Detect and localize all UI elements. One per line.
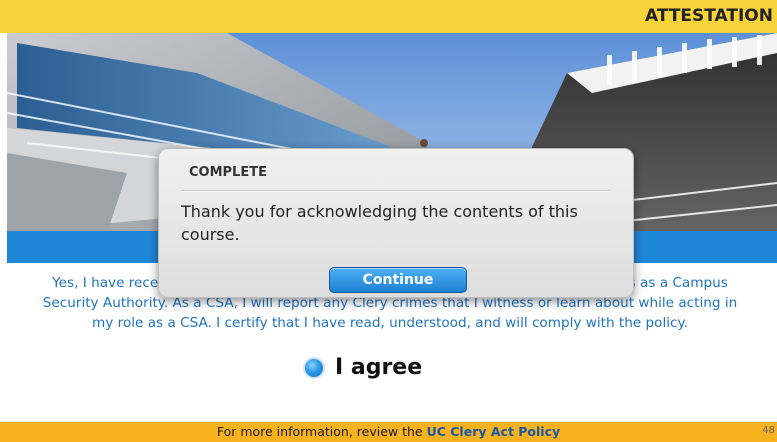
attestation-line-1-right: es as a Campus <box>620 275 728 291</box>
dialog-title: COMPLETE <box>189 165 267 180</box>
page-number: 48 <box>762 425 775 436</box>
footer-text: For more information, review the UC Cler… <box>0 424 777 439</box>
header-bar: ATTESTATION <box>0 0 777 33</box>
attestation-line-1-left: Yes, I have rece <box>52 275 159 291</box>
dialog-message: Thank you for acknowledging the contents… <box>181 202 578 244</box>
completion-dialog: COMPLETE Thank you for acknowledging the… <box>158 148 634 298</box>
footer-text-prefix: For more information, review the <box>216 424 427 439</box>
agree-radio[interactable] <box>303 356 325 379</box>
agree-option[interactable]: I agree <box>303 355 422 380</box>
agree-label: I agree <box>335 355 423 380</box>
footer-bar: For more information, review the UC Cler… <box>0 422 777 442</box>
page-title: ATTESTATION <box>645 6 773 26</box>
attestation-line-3: my role as a CSA. I certify that I have … <box>92 315 688 331</box>
continue-button[interactable]: Continue <box>329 267 467 293</box>
dialog-divider <box>181 190 609 192</box>
clery-policy-link[interactable]: UC Clery Act Policy <box>427 424 561 439</box>
